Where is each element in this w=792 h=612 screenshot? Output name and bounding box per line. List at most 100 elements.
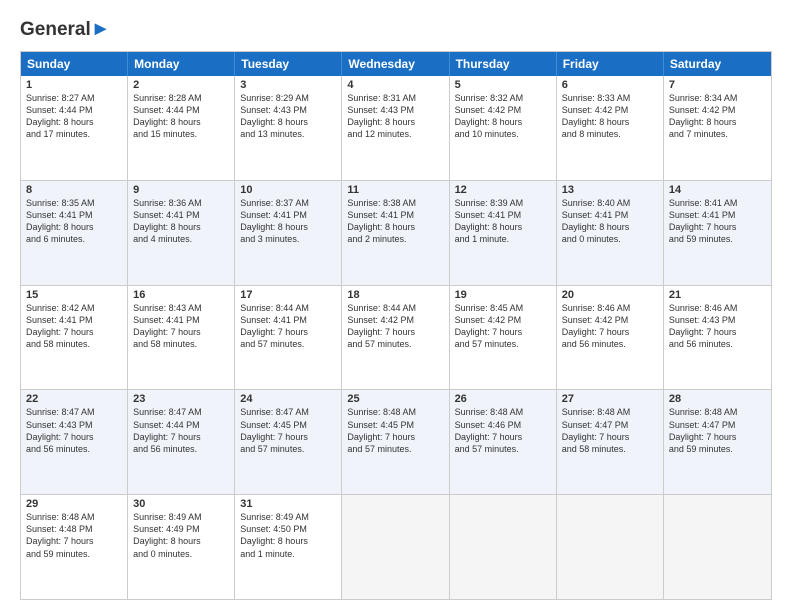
day-info: Sunrise: 8:44 AM Sunset: 4:42 PM Dayligh… (347, 302, 443, 351)
day-info: Sunrise: 8:49 AM Sunset: 4:49 PM Dayligh… (133, 511, 229, 560)
day-info: Sunrise: 8:34 AM Sunset: 4:42 PM Dayligh… (669, 92, 766, 141)
day-number: 9 (133, 184, 229, 196)
day-info: Sunrise: 8:39 AM Sunset: 4:41 PM Dayligh… (455, 197, 551, 246)
day-number: 2 (133, 79, 229, 91)
day-info: Sunrise: 8:47 AM Sunset: 4:44 PM Dayligh… (133, 406, 229, 455)
calendar-cell-26: 26Sunrise: 8:48 AM Sunset: 4:46 PM Dayli… (450, 390, 557, 494)
calendar-cell-14: 14Sunrise: 8:41 AM Sunset: 4:41 PM Dayli… (664, 181, 771, 285)
day-number: 17 (240, 289, 336, 301)
day-number: 25 (347, 393, 443, 405)
day-info: Sunrise: 8:48 AM Sunset: 4:47 PM Dayligh… (669, 406, 766, 455)
calendar-cell-17: 17Sunrise: 8:44 AM Sunset: 4:41 PM Dayli… (235, 286, 342, 390)
calendar-cell-31: 31Sunrise: 8:49 AM Sunset: 4:50 PM Dayli… (235, 495, 342, 599)
calendar-cell-18: 18Sunrise: 8:44 AM Sunset: 4:42 PM Dayli… (342, 286, 449, 390)
calendar-cell-6: 6Sunrise: 8:33 AM Sunset: 4:42 PM Daylig… (557, 76, 664, 180)
day-info: Sunrise: 8:47 AM Sunset: 4:45 PM Dayligh… (240, 406, 336, 455)
header-day-sunday: Sunday (21, 52, 128, 76)
day-info: Sunrise: 8:29 AM Sunset: 4:43 PM Dayligh… (240, 92, 336, 141)
day-number: 18 (347, 289, 443, 301)
calendar-cell-27: 27Sunrise: 8:48 AM Sunset: 4:47 PM Dayli… (557, 390, 664, 494)
calendar-cell-20: 20Sunrise: 8:46 AM Sunset: 4:42 PM Dayli… (557, 286, 664, 390)
day-number: 5 (455, 79, 551, 91)
calendar-body: 1Sunrise: 8:27 AM Sunset: 4:44 PM Daylig… (21, 76, 771, 599)
day-number: 13 (562, 184, 658, 196)
calendar-cell-22: 22Sunrise: 8:47 AM Sunset: 4:43 PM Dayli… (21, 390, 128, 494)
calendar-row-1: 8Sunrise: 8:35 AM Sunset: 4:41 PM Daylig… (21, 180, 771, 285)
calendar-cell-empty-4-4 (450, 495, 557, 599)
day-info: Sunrise: 8:41 AM Sunset: 4:41 PM Dayligh… (669, 197, 766, 246)
logo: General► (20, 18, 111, 41)
day-number: 23 (133, 393, 229, 405)
calendar-cell-7: 7Sunrise: 8:34 AM Sunset: 4:42 PM Daylig… (664, 76, 771, 180)
calendar-cell-28: 28Sunrise: 8:48 AM Sunset: 4:47 PM Dayli… (664, 390, 771, 494)
calendar-cell-3: 3Sunrise: 8:29 AM Sunset: 4:43 PM Daylig… (235, 76, 342, 180)
day-number: 21 (669, 289, 766, 301)
calendar-cell-4: 4Sunrise: 8:31 AM Sunset: 4:43 PM Daylig… (342, 76, 449, 180)
calendar-cell-16: 16Sunrise: 8:43 AM Sunset: 4:41 PM Dayli… (128, 286, 235, 390)
day-number: 1 (26, 79, 122, 91)
day-number: 31 (240, 498, 336, 510)
day-number: 12 (455, 184, 551, 196)
day-number: 14 (669, 184, 766, 196)
header: General► (20, 18, 772, 41)
calendar-cell-empty-4-3 (342, 495, 449, 599)
day-number: 4 (347, 79, 443, 91)
header-day-saturday: Saturday (664, 52, 771, 76)
day-info: Sunrise: 8:44 AM Sunset: 4:41 PM Dayligh… (240, 302, 336, 351)
day-number: 30 (133, 498, 229, 510)
day-number: 11 (347, 184, 443, 196)
day-info: Sunrise: 8:40 AM Sunset: 4:41 PM Dayligh… (562, 197, 658, 246)
day-info: Sunrise: 8:46 AM Sunset: 4:42 PM Dayligh… (562, 302, 658, 351)
day-number: 3 (240, 79, 336, 91)
calendar-cell-30: 30Sunrise: 8:49 AM Sunset: 4:49 PM Dayli… (128, 495, 235, 599)
day-info: Sunrise: 8:48 AM Sunset: 4:48 PM Dayligh… (26, 511, 122, 560)
day-number: 24 (240, 393, 336, 405)
day-info: Sunrise: 8:48 AM Sunset: 4:46 PM Dayligh… (455, 406, 551, 455)
day-number: 6 (562, 79, 658, 91)
header-day-tuesday: Tuesday (235, 52, 342, 76)
calendar-cell-15: 15Sunrise: 8:42 AM Sunset: 4:41 PM Dayli… (21, 286, 128, 390)
day-number: 8 (26, 184, 122, 196)
day-info: Sunrise: 8:38 AM Sunset: 4:41 PM Dayligh… (347, 197, 443, 246)
day-info: Sunrise: 8:31 AM Sunset: 4:43 PM Dayligh… (347, 92, 443, 141)
day-info: Sunrise: 8:37 AM Sunset: 4:41 PM Dayligh… (240, 197, 336, 246)
day-info: Sunrise: 8:35 AM Sunset: 4:41 PM Dayligh… (26, 197, 122, 246)
calendar-cell-13: 13Sunrise: 8:40 AM Sunset: 4:41 PM Dayli… (557, 181, 664, 285)
header-day-wednesday: Wednesday (342, 52, 449, 76)
header-day-monday: Monday (128, 52, 235, 76)
calendar-cell-empty-4-6 (664, 495, 771, 599)
day-info: Sunrise: 8:43 AM Sunset: 4:41 PM Dayligh… (133, 302, 229, 351)
day-info: Sunrise: 8:48 AM Sunset: 4:45 PM Dayligh… (347, 406, 443, 455)
day-info: Sunrise: 8:49 AM Sunset: 4:50 PM Dayligh… (240, 511, 336, 560)
day-info: Sunrise: 8:33 AM Sunset: 4:42 PM Dayligh… (562, 92, 658, 141)
calendar-cell-2: 2Sunrise: 8:28 AM Sunset: 4:44 PM Daylig… (128, 76, 235, 180)
calendar-row-2: 15Sunrise: 8:42 AM Sunset: 4:41 PM Dayli… (21, 285, 771, 390)
day-info: Sunrise: 8:47 AM Sunset: 4:43 PM Dayligh… (26, 406, 122, 455)
day-info: Sunrise: 8:45 AM Sunset: 4:42 PM Dayligh… (455, 302, 551, 351)
day-number: 22 (26, 393, 122, 405)
day-info: Sunrise: 8:42 AM Sunset: 4:41 PM Dayligh… (26, 302, 122, 351)
logo-name: General► (20, 18, 111, 41)
calendar-cell-21: 21Sunrise: 8:46 AM Sunset: 4:43 PM Dayli… (664, 286, 771, 390)
day-number: 15 (26, 289, 122, 301)
day-number: 29 (26, 498, 122, 510)
day-info: Sunrise: 8:28 AM Sunset: 4:44 PM Dayligh… (133, 92, 229, 141)
header-day-friday: Friday (557, 52, 664, 76)
calendar: SundayMondayTuesdayWednesdayThursdayFrid… (20, 51, 772, 600)
day-number: 7 (669, 79, 766, 91)
page: General► SundayMondayTuesdayWednesdayThu… (0, 0, 792, 612)
day-number: 27 (562, 393, 658, 405)
day-number: 10 (240, 184, 336, 196)
day-info: Sunrise: 8:27 AM Sunset: 4:44 PM Dayligh… (26, 92, 122, 141)
day-number: 26 (455, 393, 551, 405)
day-info: Sunrise: 8:32 AM Sunset: 4:42 PM Dayligh… (455, 92, 551, 141)
calendar-row-4: 29Sunrise: 8:48 AM Sunset: 4:48 PM Dayli… (21, 494, 771, 599)
calendar-row-0: 1Sunrise: 8:27 AM Sunset: 4:44 PM Daylig… (21, 76, 771, 180)
calendar-cell-8: 8Sunrise: 8:35 AM Sunset: 4:41 PM Daylig… (21, 181, 128, 285)
calendar-header: SundayMondayTuesdayWednesdayThursdayFrid… (21, 52, 771, 76)
calendar-cell-11: 11Sunrise: 8:38 AM Sunset: 4:41 PM Dayli… (342, 181, 449, 285)
header-day-thursday: Thursday (450, 52, 557, 76)
calendar-cell-5: 5Sunrise: 8:32 AM Sunset: 4:42 PM Daylig… (450, 76, 557, 180)
calendar-cell-9: 9Sunrise: 8:36 AM Sunset: 4:41 PM Daylig… (128, 181, 235, 285)
calendar-cell-29: 29Sunrise: 8:48 AM Sunset: 4:48 PM Dayli… (21, 495, 128, 599)
